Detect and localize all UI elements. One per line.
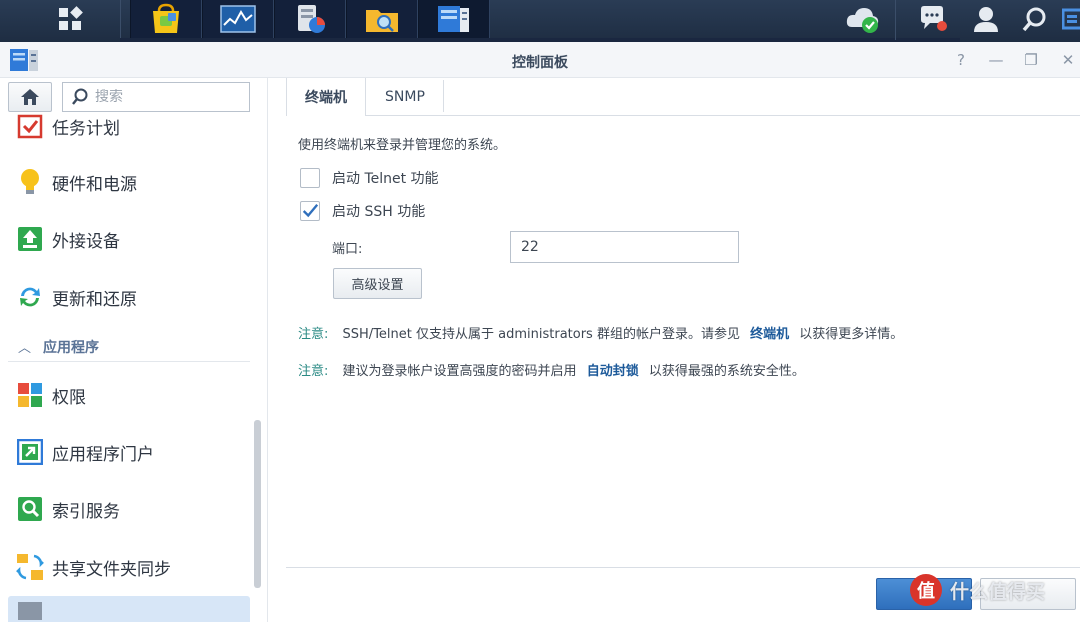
watermark-text: 什么值得买 bbox=[950, 580, 1046, 603]
note-text: 以获得最强的系统安全性。 bbox=[648, 364, 805, 379]
sidebar-item-privileges[interactable]: 权限 bbox=[8, 375, 250, 415]
telnet-checkbox[interactable] bbox=[300, 168, 320, 188]
external-device-icon bbox=[16, 225, 44, 253]
note-text: 建议为登录帐户设置高强度的密码并启用 bbox=[342, 364, 577, 379]
resource-monitor-icon bbox=[220, 5, 256, 33]
close-button[interactable]: ✕ bbox=[1057, 50, 1079, 70]
widgets-button[interactable] bbox=[1062, 0, 1080, 38]
sidebar-item-label: 外接设备 bbox=[52, 231, 120, 252]
note-text: 以获得更多详情。 bbox=[799, 327, 904, 342]
sidebar-item-label: 任务计划 bbox=[52, 118, 120, 139]
update-restore-icon bbox=[16, 283, 44, 311]
privileges-icon bbox=[16, 381, 44, 409]
file-station-button[interactable] bbox=[346, 0, 418, 38]
sidebar-item-terminal-snmp[interactable] bbox=[8, 596, 250, 622]
port-label: 端口: bbox=[332, 242, 363, 257]
window-title: 控制面板 bbox=[512, 55, 568, 71]
tab-terminal[interactable]: 终端机 bbox=[286, 78, 366, 116]
chat-button[interactable] bbox=[912, 0, 954, 38]
package-center-icon bbox=[153, 3, 179, 33]
advanced-settings-button[interactable]: 高级设置 bbox=[333, 268, 422, 299]
sidebar-item-indexing-service[interactable]: 索引服务 bbox=[8, 489, 250, 529]
lightbulb-icon bbox=[16, 168, 44, 196]
taskbar bbox=[0, 0, 1080, 42]
app-portal-icon bbox=[16, 438, 44, 466]
search-icon bbox=[72, 88, 88, 105]
watermark: 值 什么值得买 bbox=[910, 574, 1045, 606]
chevron-up-icon: ︿ bbox=[18, 341, 32, 356]
maximize-button[interactable]: ❐ bbox=[1020, 50, 1042, 70]
indexing-service-icon bbox=[16, 495, 44, 523]
terminal-icon bbox=[16, 597, 44, 622]
home-icon bbox=[21, 89, 39, 105]
cloud-status-button[interactable] bbox=[840, 0, 886, 38]
sidebar-item-label: 权限 bbox=[52, 387, 86, 408]
category-header-applications[interactable]: ︿ 应用程序 bbox=[8, 332, 250, 362]
ssh-checkbox[interactable] bbox=[300, 201, 320, 221]
telnet-label: 启动 Telnet 功能 bbox=[332, 171, 439, 187]
sidebar-item-label: 共享文件夹同步 bbox=[52, 559, 171, 580]
help-button[interactable]: ? bbox=[950, 50, 972, 70]
widgets-icon bbox=[1062, 8, 1080, 30]
port-input[interactable] bbox=[510, 231, 739, 263]
sidebar: 任务计划 硬件和电源 外接设备 更新和还原 ︿ 应用程序 权限 应用程序门户 bbox=[0, 78, 268, 622]
note-label: 注意: bbox=[298, 327, 329, 342]
sidebar-item-app-portal[interactable]: 应用程序门户 bbox=[8, 432, 250, 472]
ssh-option[interactable]: 启动 SSH 功能 bbox=[300, 199, 425, 223]
control-panel-button[interactable] bbox=[418, 0, 490, 38]
note-ssh-telnet: 注意: SSH/Telnet 仅支持从属于 administrators 群组的… bbox=[298, 323, 903, 342]
global-search-button[interactable] bbox=[1016, 0, 1054, 38]
storage-manager-icon bbox=[298, 5, 325, 33]
footer-divider bbox=[286, 567, 1080, 568]
grid-icon bbox=[59, 6, 83, 30]
chat-icon bbox=[921, 6, 947, 31]
terminal-help-link[interactable]: 终端机 bbox=[750, 327, 789, 342]
note-security: 注意: 建议为登录帐户设置高强度的密码并启用 自动封锁 以获得最强的系统安全性。 bbox=[298, 360, 805, 379]
sidebar-item-external-devices[interactable]: 外接设备 bbox=[8, 219, 250, 259]
control-panel-icon bbox=[438, 6, 469, 32]
sidebar-item-label: 更新和还原 bbox=[52, 289, 137, 310]
user-button[interactable] bbox=[966, 0, 1006, 38]
taskbar-divider bbox=[120, 0, 121, 40]
sidebar-item-task-scheduler[interactable]: 任务计划 bbox=[8, 106, 250, 146]
folder-icon bbox=[366, 10, 398, 32]
checkmark-icon bbox=[302, 203, 319, 218]
storage-manager-button[interactable] bbox=[274, 0, 346, 38]
shared-folder-sync-icon bbox=[16, 553, 44, 581]
cloud-status-icon bbox=[846, 8, 879, 33]
sidebar-item-update-restore[interactable]: 更新和还原 bbox=[8, 277, 250, 317]
search-input[interactable] bbox=[95, 89, 245, 105]
ssh-label: 启动 SSH 功能 bbox=[332, 204, 426, 220]
main-panel: 终端机 SNMP 使用终端机来登录并管理您的系统。 启动 Telnet 功能 启… bbox=[268, 78, 1080, 622]
category-label: 应用程序 bbox=[43, 339, 100, 356]
sidebar-item-hardware-power[interactable]: 硬件和电源 bbox=[8, 162, 250, 202]
main-menu-button[interactable] bbox=[40, 0, 100, 38]
sidebar-scrollbar[interactable] bbox=[254, 420, 261, 588]
search-icon bbox=[1022, 7, 1046, 32]
package-center-button[interactable] bbox=[130, 0, 202, 38]
sidebar-item-label: 应用程序门户 bbox=[52, 444, 154, 465]
watermark-logo: 值 bbox=[910, 574, 942, 606]
tab-snmp[interactable]: SNMP bbox=[366, 78, 444, 116]
resource-monitor-button[interactable] bbox=[202, 0, 274, 38]
window-titlebar[interactable]: 控制面板 ? — ❐ ✕ bbox=[0, 42, 1080, 78]
tray-divider bbox=[895, 0, 896, 40]
task-scheduler-icon bbox=[16, 112, 44, 140]
sidebar-item-shared-folder-sync[interactable]: 共享文件夹同步 bbox=[8, 547, 250, 587]
minimize-button[interactable]: — bbox=[985, 50, 1007, 70]
terminal-description: 使用终端机来登录并管理您的系统。 bbox=[298, 138, 507, 153]
auto-block-link[interactable]: 自动封锁 bbox=[587, 364, 639, 379]
sidebar-item-label: 索引服务 bbox=[52, 501, 120, 522]
tab-divider bbox=[443, 80, 444, 112]
user-icon bbox=[974, 7, 998, 32]
telnet-option[interactable]: 启动 Telnet 功能 bbox=[300, 166, 439, 190]
sidebar-item-label: 硬件和电源 bbox=[52, 174, 137, 195]
note-label: 注意: bbox=[298, 364, 329, 379]
note-text: SSH/Telnet 仅支持从属于 administrators 群组的帐户登录… bbox=[342, 327, 740, 342]
tab-bar: 终端机 SNMP bbox=[286, 78, 1080, 116]
